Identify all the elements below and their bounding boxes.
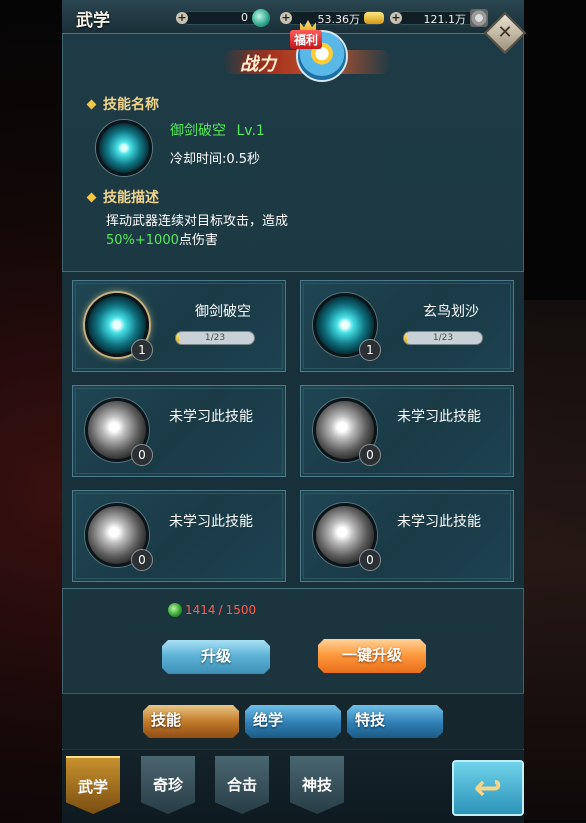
heading-text: 技能名称 xyxy=(103,97,159,113)
skill-card[interactable]: 0 未学习此技能 xyxy=(72,385,286,477)
skill-card-name: 御剑破空 xyxy=(195,304,251,320)
power-label: 战力 xyxy=(240,54,276,75)
skill-card[interactable]: 0 未学习此技能 xyxy=(72,490,286,582)
selected-skill-name: 御剑破空 Lv.1 xyxy=(170,120,265,140)
progress-text: 1/23 xyxy=(432,333,454,343)
selected-skill-icon xyxy=(96,120,152,176)
skill-desc-value: 50%+1000 xyxy=(106,233,179,248)
skill-desc-line2: 50%+1000点伤害 xyxy=(106,229,218,248)
skill-cooldown: 冷却时间:0.5秒 xyxy=(170,152,261,167)
skill-level-badge: 0 xyxy=(359,444,381,466)
page-title: 武学 xyxy=(76,11,110,31)
upgrade-button[interactable]: 升级 xyxy=(162,640,270,674)
upgrade-material: 1414/1500 xyxy=(168,603,256,617)
skill-name-text: 御剑破空 xyxy=(170,123,226,139)
skill-level-badge: 0 xyxy=(131,444,153,466)
material-total: 1500 xyxy=(225,603,257,617)
skill-card[interactable]: 1 御剑破空 1/23 xyxy=(72,280,286,372)
add-jade-button[interactable]: + xyxy=(176,12,188,24)
add-gold-button[interactable]: + xyxy=(280,12,292,24)
skill-progress-bar: 1/23 xyxy=(175,331,255,345)
skill-card-name: 未学习此技能 xyxy=(169,409,253,425)
skill-progress-bar: 1/23 xyxy=(403,331,483,345)
skill-card[interactable]: 0 未学习此技能 xyxy=(300,385,514,477)
skill-card-name: 玄鸟划沙 xyxy=(423,304,479,320)
nav-treasures[interactable]: 奇珍 xyxy=(141,756,195,814)
skill-level-badge: 0 xyxy=(131,549,153,571)
skill-name-heading: 技能名称 xyxy=(86,94,159,114)
gold-value: 53.36万 xyxy=(317,13,361,26)
tab-skills[interactable]: 技能 xyxy=(143,705,239,738)
back-arrow-icon: ↩ xyxy=(473,768,503,808)
coin-value: 121.1万 xyxy=(423,13,467,26)
skill-card-name: 未学习此技能 xyxy=(397,409,481,425)
nav-combo[interactable]: 合击 xyxy=(215,756,269,814)
material-orb-icon xyxy=(168,603,182,617)
skill-level-badge: 1 xyxy=(131,339,153,361)
diamond-bullet-icon xyxy=(86,99,97,109)
resource-jade: + 0 xyxy=(176,9,272,27)
back-button[interactable]: ↩ xyxy=(452,760,524,816)
heading-text: 技能描述 xyxy=(103,190,159,206)
skill-desc-heading: 技能描述 xyxy=(86,187,159,207)
progress-text: 1/23 xyxy=(204,333,226,343)
skill-card-name: 未学习此技能 xyxy=(169,514,253,530)
material-current: 1414 xyxy=(185,603,216,617)
welfare-tag: 福利 xyxy=(290,30,323,49)
nav-divine-skill[interactable]: 神技 xyxy=(290,756,344,814)
skill-level-badge: 0 xyxy=(359,549,381,571)
skill-card[interactable]: 0 未学习此技能 xyxy=(300,490,514,582)
skill-card[interactable]: 1 玄鸟划沙 1/23 xyxy=(300,280,514,372)
nav-martial-arts[interactable]: 武学 xyxy=(66,756,120,814)
material-separator: / xyxy=(218,603,223,617)
jade-icon xyxy=(252,9,270,27)
skill-level-badge: 1 xyxy=(359,339,381,361)
resource-coin: + 121.1万 xyxy=(390,9,490,27)
add-coin-button[interactable]: + xyxy=(390,12,402,24)
coin-icon xyxy=(470,9,488,27)
gold-ingot-icon xyxy=(364,12,384,24)
tab-special[interactable]: 特技 xyxy=(347,705,443,738)
skill-card-name: 未学习此技能 xyxy=(397,514,481,530)
jade-value: 0 xyxy=(241,11,248,24)
close-icon: ✕ xyxy=(497,22,513,43)
skill-level-text: Lv.1 xyxy=(236,123,265,139)
skill-desc-line1: 挥动武器连续对目标攻击，造成 xyxy=(106,214,289,229)
skill-desc-suffix: 点伤害 xyxy=(178,233,218,248)
tab-ultimate[interactable]: 绝学 xyxy=(245,705,341,738)
diamond-bullet-icon xyxy=(86,192,97,202)
resource-gold: + 53.36万 xyxy=(280,9,388,27)
upgrade-all-button[interactable]: 一键升级 xyxy=(318,639,426,673)
